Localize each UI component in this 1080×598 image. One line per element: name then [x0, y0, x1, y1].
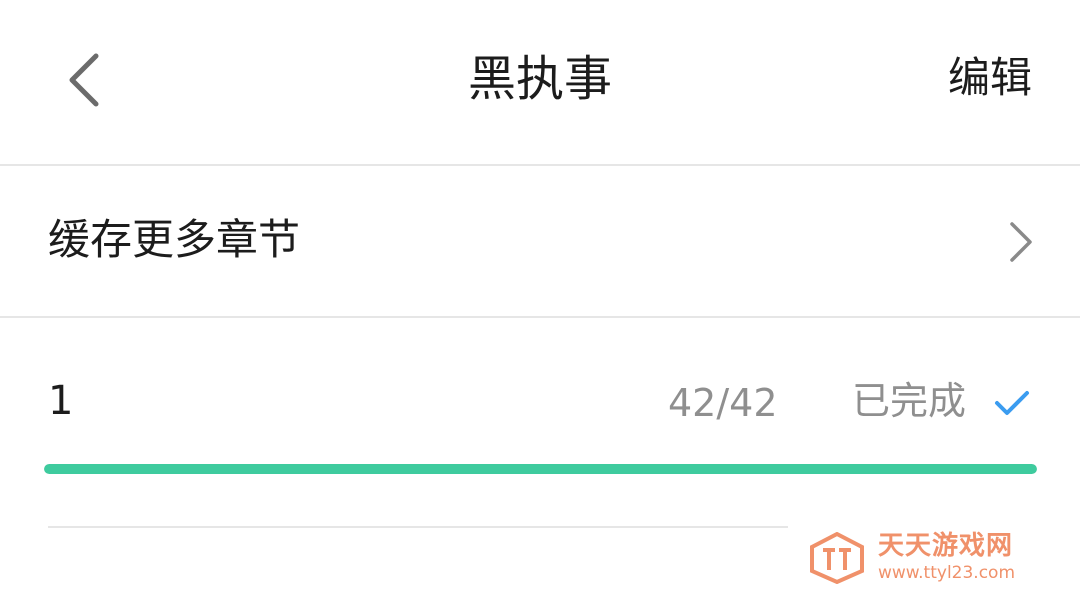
header-bar: 黑执事 编辑 — [0, 0, 1080, 164]
download-progress-bar — [44, 464, 1037, 474]
download-detail-page: 黑执事 编辑 缓存更多章节 1 42/42 已完成 天天游戏网 www.ttyl… — [0, 0, 1080, 598]
download-item[interactable]: 1 42/42 已完成 — [0, 318, 1080, 528]
watermark-site-name: 天天游戏网 — [878, 531, 1014, 561]
watermark: 天天游戏网 www.ttyl23.com — [808, 530, 1038, 586]
cache-more-label: 缓存更多章节 — [48, 215, 301, 264]
item-status-label: 已完成 — [852, 379, 967, 423]
page-title: 黑执事 — [467, 51, 612, 107]
cache-more-chapters-row[interactable]: 缓存更多章节 — [0, 166, 1080, 316]
watermark-url: www.ttyl23.com — [878, 563, 1016, 583]
item-name: 1 — [48, 378, 74, 424]
item-divider — [48, 526, 788, 528]
chevron-right-icon — [1010, 222, 1032, 262]
edit-button[interactable]: 编辑 — [948, 48, 1032, 108]
check-icon — [995, 391, 1029, 415]
item-chapter-count: 42/42 — [668, 381, 778, 425]
download-progress-fill — [44, 464, 1037, 474]
watermark-logo-icon — [810, 532, 864, 584]
